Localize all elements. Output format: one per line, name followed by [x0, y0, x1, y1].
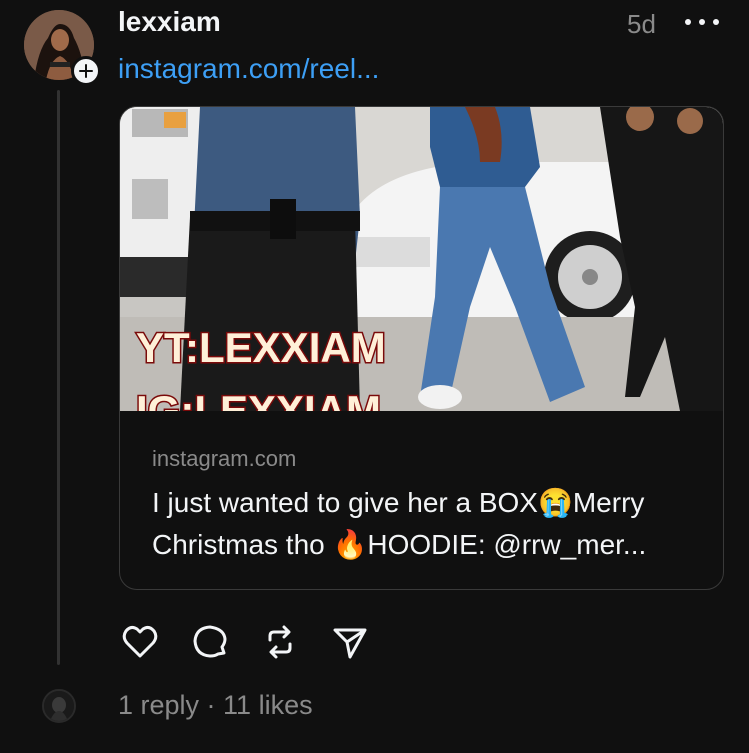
- card-domain: instagram.com: [152, 446, 297, 471]
- plus-icon: [79, 64, 93, 78]
- avatar-wrapper: [24, 10, 101, 86]
- thread-line: [57, 90, 60, 665]
- comment-icon: [193, 625, 227, 658]
- stats-separator: ·: [199, 690, 224, 720]
- card-title: I just wanted to give her a BOX😭Merry Ch…: [152, 487, 647, 560]
- reply-count[interactable]: 1 reply: [118, 690, 199, 720]
- username[interactable]: lexxiam: [118, 6, 221, 38]
- repost-button[interactable]: [258, 620, 302, 664]
- dot-icon: [685, 19, 691, 25]
- repost-icon: [268, 625, 292, 659]
- comment-button[interactable]: [188, 620, 232, 664]
- more-options-button[interactable]: [685, 10, 719, 34]
- share-button[interactable]: [328, 620, 372, 664]
- preview-image: YT:LEXXIAM IG:LEXXIAM: [120, 107, 723, 411]
- like-button[interactable]: [118, 620, 162, 664]
- timestamp: 5d: [627, 9, 656, 39]
- dot-icon: [699, 19, 705, 25]
- link-preview-card[interactable]: YT:LEXXIAM IG:LEXXIAM instagram.com I ju…: [119, 106, 724, 590]
- post-stats: 1 reply · 11 likes: [118, 690, 313, 721]
- reel-link[interactable]: instagram.com/reel...: [118, 53, 379, 85]
- dot-icon: [713, 19, 719, 25]
- action-bar: [118, 620, 398, 664]
- send-icon: [333, 628, 367, 659]
- follow-plus-button[interactable]: [71, 56, 101, 86]
- reply-avatar[interactable]: [42, 689, 76, 723]
- like-count[interactable]: 11 likes: [223, 690, 313, 720]
- heart-icon: [122, 625, 158, 658]
- overlay-text-yt: YT:LEXXIAM: [136, 324, 386, 371]
- overlay-text-ig: IG:LEXXIAM: [136, 387, 381, 411]
